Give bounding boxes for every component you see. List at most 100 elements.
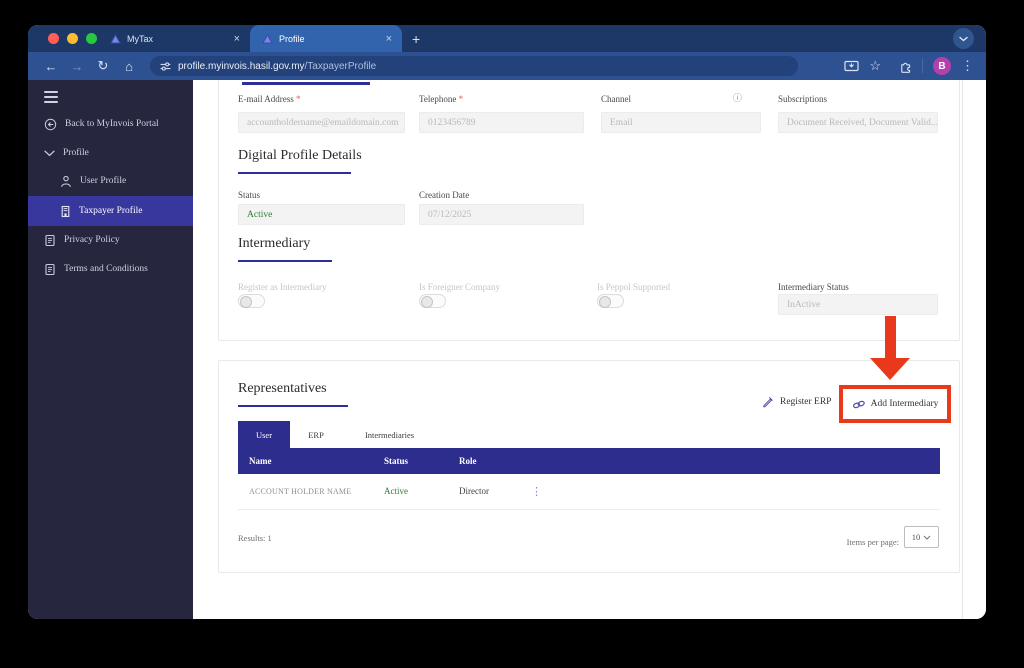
email-label: E-mail Address * [238,94,301,104]
subscriptions-field[interactable]: Document Received, Document Valid... [778,112,938,133]
foreigner-company-label: Is Foreigner Company [419,282,500,292]
tab-title: MyTax [127,33,154,44]
sidebar-item-profile-group[interactable]: Profile [28,141,193,165]
close-tab-icon[interactable]: × [384,33,394,45]
peppol-supported-label: Is Peppol Supported [597,282,670,292]
telephone-field[interactable]: 0123456789 [419,112,584,133]
browser-menu-kebab-icon[interactable]: ⋮ [961,58,974,74]
sidebar-item-user-profile[interactable]: User Profile [28,169,193,193]
sidebar-item-label: User Profile [80,176,127,186]
status-label: Status [238,190,261,200]
pen-icon [761,395,774,408]
browser-profile-avatar[interactable]: B [933,57,951,75]
url-host: profile.myinvois.hasil.gov.my [178,60,305,72]
row-status-badge: Active [384,486,408,496]
representatives-tabs: User ERP Intermediaries [238,421,437,448]
email-field[interactable]: accountholdername@emaildomain.com [238,112,405,133]
row-actions-kebab-icon[interactable]: ⋮ [531,485,542,498]
button-label: Register ERP [780,396,832,407]
minimize-window-icon[interactable] [67,33,78,44]
reload-icon[interactable]: ↻ [92,58,114,74]
col-status: Status [384,456,409,466]
close-window-icon[interactable] [48,33,59,44]
tab-erp[interactable]: ERP [290,421,342,448]
back-circle-icon [44,118,57,131]
tab-profile[interactable]: Profile × [250,25,402,52]
table-row: ACCOUNT HOLDER NAME Active Director ⋮ [238,474,940,508]
foreigner-company-toggle[interactable] [419,294,446,308]
sidebar-item-back-to-portal[interactable]: Back to MyInvois Portal [28,112,193,136]
info-icon[interactable]: ⓘ [733,91,742,104]
channel-label: Channel [601,94,631,104]
items-per-page-value: 10 [911,532,921,542]
window-chevron-button[interactable] [953,28,974,49]
url-text: profile.myinvois.hasil.gov.my/TaxpayerPr… [178,61,376,72]
zoom-window-icon[interactable] [86,33,97,44]
channel-field[interactable]: Email [601,112,761,133]
required-mark: * [296,94,301,104]
row-name: ACCOUNT HOLDER NAME [249,486,352,496]
tab-bar: MyTax × Profile × + [28,25,986,52]
register-intermediary-label: Register as Intermediary [238,282,327,292]
browser-toolbar: ← → ↻ ⌂ profile.myinvois.hasil.gov.my/Ta… [28,52,986,80]
scrollbar-track[interactable] [962,80,963,619]
select-chevron-icon [923,535,931,540]
home-icon[interactable]: ⌂ [118,59,140,74]
tab-intermediaries[interactable]: Intermediaries [342,421,437,448]
representatives-underline [238,405,348,407]
annotation-arrow-head [870,358,910,380]
digital-profile-underline [238,172,351,174]
profile-favicon [262,33,273,44]
document-icon [44,234,56,247]
sidebar-item-terms[interactable]: Terms and Conditions [28,257,193,281]
mytax-favicon [110,33,121,44]
items-per-page-select[interactable]: 10 [904,526,939,548]
intermediary-underline [238,260,332,262]
toolbar-actions: ☆ B ⋮ [844,57,974,75]
label-text: E-mail Address [238,94,294,104]
new-tab-button[interactable]: + [412,31,420,47]
label-text: Telephone [419,94,457,104]
close-tab-icon[interactable]: × [232,33,242,45]
building-icon [60,205,71,218]
row-role: Director [459,486,489,496]
sidebar-item-privacy-policy[interactable]: Privacy Policy [28,228,193,252]
intermediary-title: Intermediary [238,236,311,251]
results-count: Results: 1 [238,533,272,543]
bookmark-star-icon[interactable]: ☆ [869,58,881,74]
sidebar-item-taxpayer-profile[interactable]: Taxpayer Profile [28,196,193,226]
register-erp-button[interactable]: Register ERP [761,395,831,408]
site-settings-icon[interactable] [160,61,171,72]
hamburger-menu-icon[interactable] [44,91,58,106]
document-icon [44,263,56,276]
toolbar-divider [922,59,923,73]
sidebar-item-label: Back to MyInvois Portal [65,119,159,129]
tab-mytax[interactable]: MyTax × [98,25,250,52]
register-intermediary-toggle[interactable] [238,294,265,308]
items-per-page-label: Items per page: [846,537,899,547]
browser-window: MyTax × Profile × + ← → ↻ ⌂ profile.myin… [28,25,986,619]
screen-share-icon[interactable] [844,60,859,72]
required-mark: * [458,94,464,104]
tab-user[interactable]: User [238,421,290,448]
add-intermediary-highlight-box: Add Intermediary [839,385,951,423]
subscriptions-label: Subscriptions [778,94,828,104]
traffic-lights [48,33,97,44]
chevron-down-icon [44,150,55,157]
taxpayer-profile-page: E-mail Address * accountholdername@email… [193,80,986,619]
creation-date-label: Creation Date [419,190,470,200]
extensions-icon[interactable] [899,60,912,73]
annotation-arrow [885,316,896,358]
user-icon [60,175,72,188]
nav-forward-icon[interactable]: → [66,59,88,74]
col-role: Role [459,456,477,466]
sidebar-item-label: Terms and Conditions [64,264,148,274]
nav-back-icon[interactable]: ← [40,59,62,74]
url-path: /TaxpayerProfile [304,60,377,72]
sidebar-item-label: Profile [63,148,89,158]
url-bar[interactable]: profile.myinvois.hasil.gov.my/TaxpayerPr… [150,56,798,76]
add-intermediary-button[interactable]: Add Intermediary [871,399,939,409]
peppol-supported-toggle[interactable] [597,294,624,308]
creation-date-field: 07/12/2025 [419,204,584,225]
col-name: Name [249,456,272,466]
